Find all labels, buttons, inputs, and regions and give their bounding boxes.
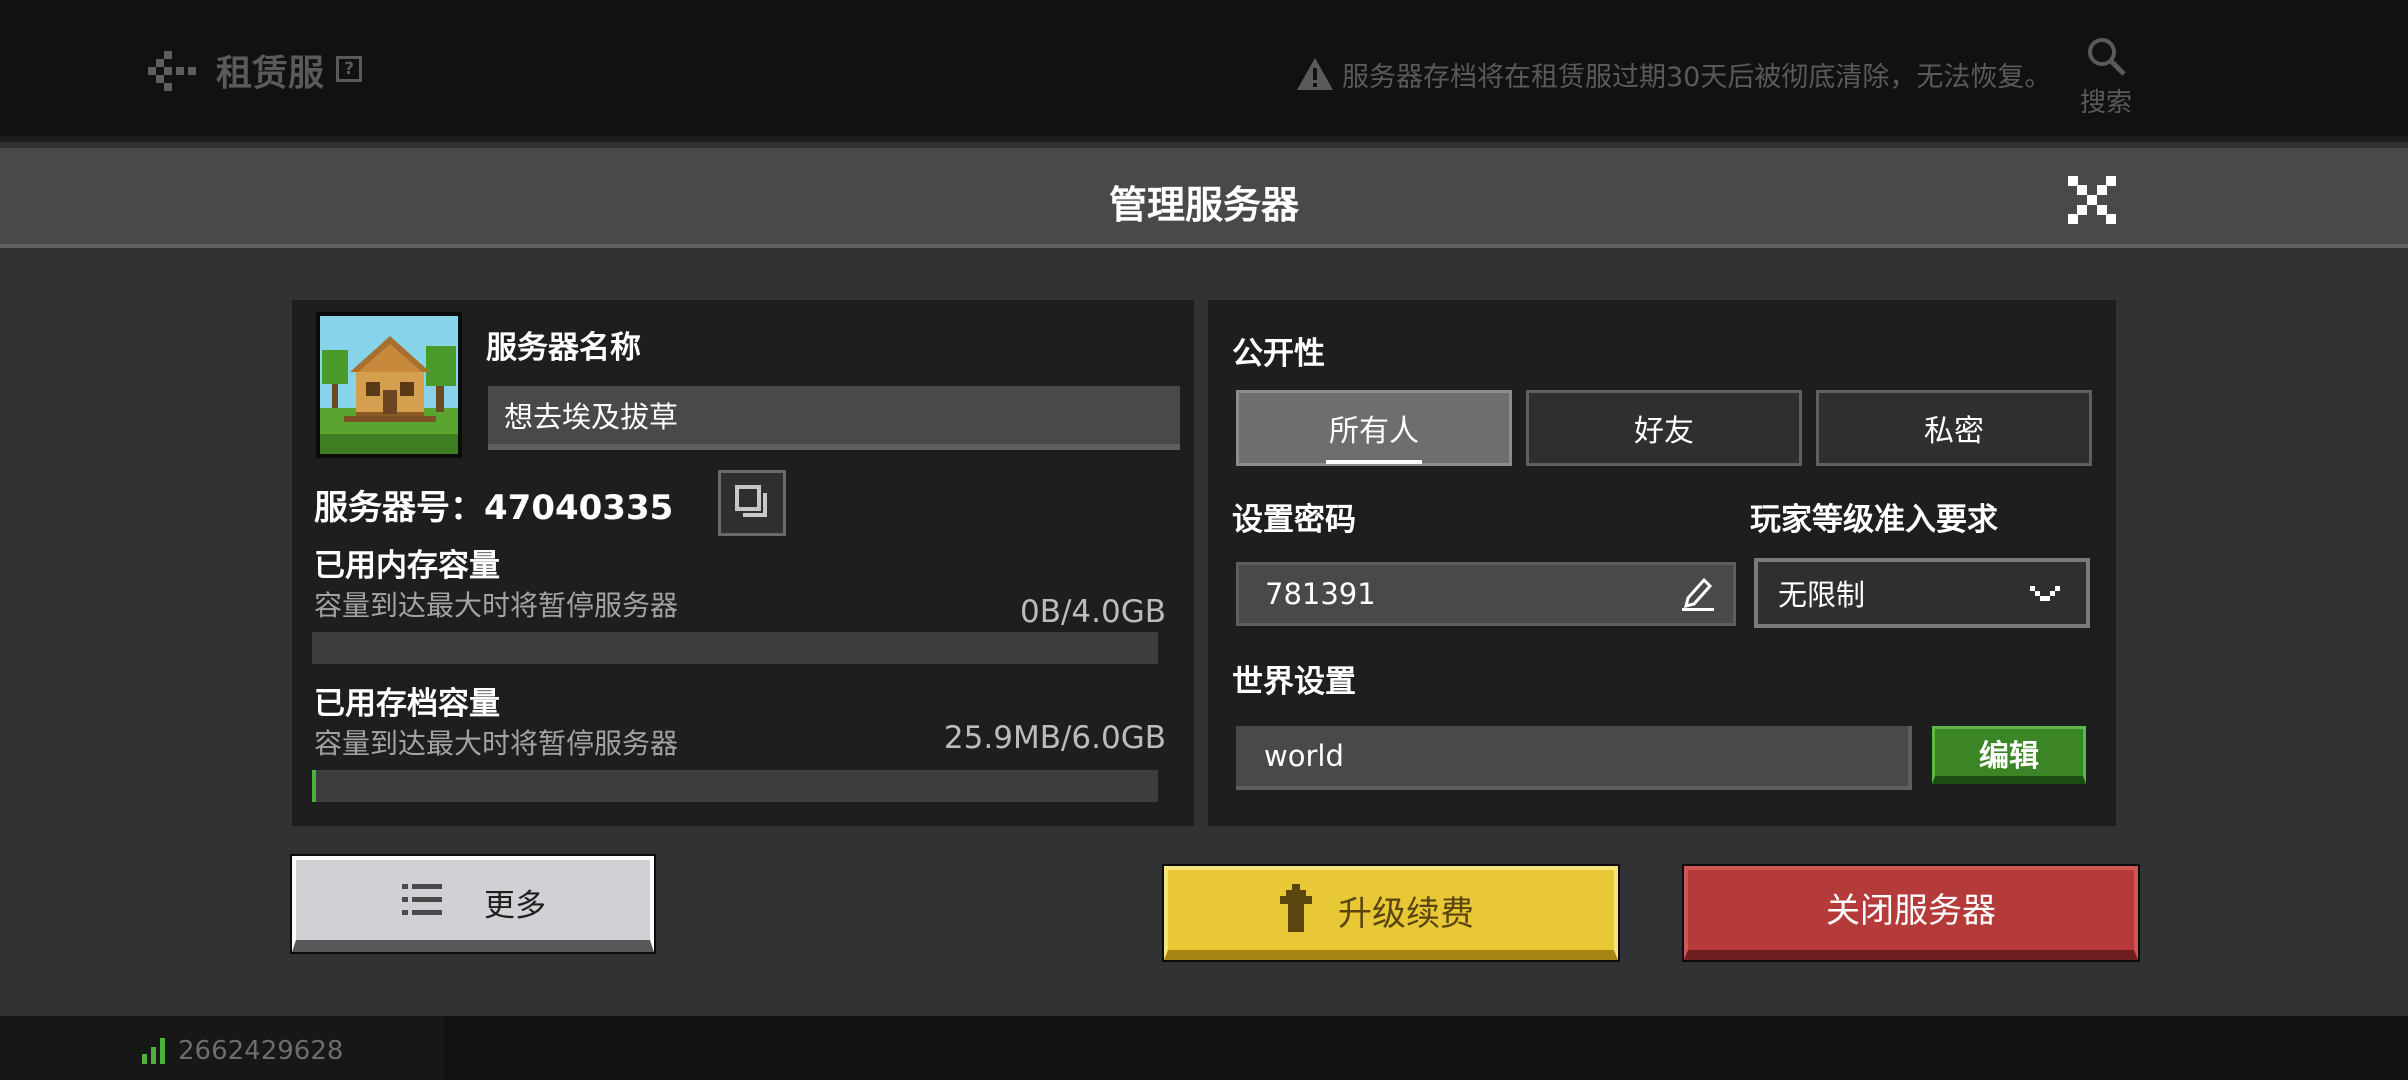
- visibility-option-friends[interactable]: 好友: [1526, 390, 1802, 466]
- server-name-value: 想去埃及拔草: [504, 400, 679, 434]
- world-value: world: [1264, 739, 1344, 773]
- visibility-label: 公开性: [1232, 336, 1325, 372]
- house-icon: [320, 316, 458, 454]
- shutdown-server-button[interactable]: 关闭服务器: [1682, 864, 2140, 962]
- password-value: 781391: [1265, 577, 1376, 611]
- status-footer: [0, 1016, 2408, 1080]
- password-field[interactable]: 781391: [1236, 562, 1736, 626]
- signal-icon: [142, 1038, 165, 1064]
- more-button[interactable]: 更多: [290, 854, 656, 954]
- search-button[interactable]: 搜索: [2076, 34, 2136, 119]
- top-bar: 租赁服 ? 服务器存档将在租赁服过期30天后被彻底清除，无法恢复。 搜索: [0, 0, 2408, 142]
- world-settings-label: 世界设置: [1232, 664, 1356, 700]
- back-arrow-icon[interactable]: [144, 48, 196, 94]
- storage-bar: [312, 770, 1158, 802]
- level-requirement-value: 无限制: [1778, 578, 1866, 612]
- expiry-warning: 服务器存档将在租赁服过期30天后被彻底清除，无法恢复。: [1296, 54, 2051, 94]
- storage-bar-fill: [312, 770, 316, 802]
- visibility-option-private[interactable]: 私密: [1816, 390, 2092, 466]
- help-icon[interactable]: ?: [336, 56, 362, 82]
- storage-value: 25.9MB/6.0GB: [943, 720, 1166, 756]
- user-id: 2662429628: [178, 1036, 344, 1066]
- chevron-down-icon: [2030, 586, 2060, 601]
- storage-hint: 容量到达最大时将暂停服务器: [314, 727, 679, 760]
- level-requirement-label: 玩家等级准入要求: [1750, 502, 1998, 538]
- copy-id-button[interactable]: [718, 470, 786, 536]
- edit-world-button[interactable]: 编辑: [1932, 726, 2086, 784]
- server-name-field[interactable]: 想去埃及拔草: [488, 386, 1180, 450]
- page-title: 租赁服: [216, 53, 325, 94]
- password-label: 设置密码: [1232, 502, 1356, 538]
- modal-title: 管理服务器: [1108, 183, 1299, 227]
- close-icon[interactable]: [2068, 176, 2116, 224]
- menu-icon: [402, 884, 442, 915]
- storage-label: 已用存档容量: [314, 686, 500, 722]
- more-label: 更多: [484, 888, 546, 924]
- server-thumbnail: [316, 312, 462, 458]
- warning-text: 服务器存档将在租赁服过期30天后被彻底清除，无法恢复。: [1342, 61, 2052, 93]
- search-icon: [2088, 38, 2126, 76]
- upgrade-label: 升级续费: [1338, 894, 1474, 934]
- arrow-up-icon: [1280, 884, 1312, 932]
- copy-icon: [735, 485, 767, 517]
- memory-label: 已用内存容量: [314, 548, 500, 584]
- memory-bar: [312, 632, 1158, 664]
- upgrade-renew-button[interactable]: 升级续费: [1162, 864, 1620, 962]
- selected-underline: [1326, 460, 1422, 464]
- world-field[interactable]: world: [1236, 726, 1912, 790]
- server-id: 服务器号：47040335: [314, 488, 674, 528]
- modal-header: 管理服务器: [0, 148, 2408, 248]
- search-label: 搜索: [2079, 88, 2132, 118]
- memory-hint: 容量到达最大时将暂停服务器: [314, 589, 679, 622]
- server-name-label: 服务器名称: [486, 330, 641, 366]
- visibility-option-everyone[interactable]: 所有人: [1236, 390, 1512, 466]
- pencil-icon[interactable]: [1680, 574, 1716, 612]
- warning-icon: [1297, 58, 1333, 90]
- memory-value: 0B/4.0GB: [1019, 594, 1166, 630]
